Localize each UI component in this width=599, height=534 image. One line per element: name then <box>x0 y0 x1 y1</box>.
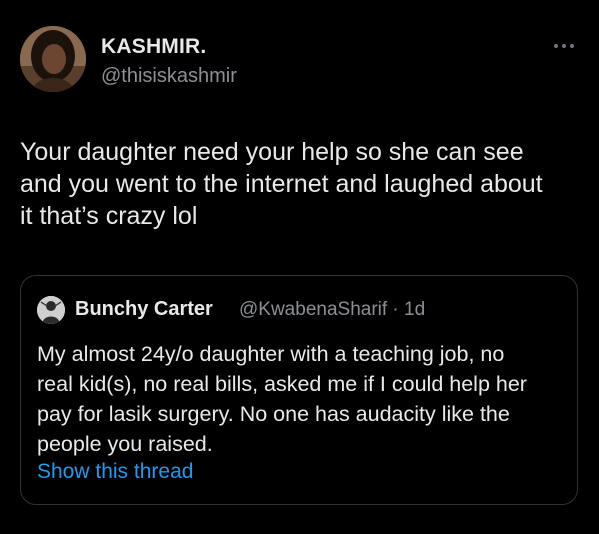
quoted-post-header: Bunchy Carter @KwabenaSharif · 1d <box>37 296 567 324</box>
quoted-author-avatar[interactable] <box>37 296 65 324</box>
author-avatar[interactable] <box>20 26 86 92</box>
post-text: Your daughter need your help so she can … <box>20 138 543 230</box>
author-name[interactable]: KASHMIR. <box>101 35 206 59</box>
post-header: KASHMIR. @thisiskashmir <box>20 26 580 96</box>
quoted-author-name[interactable]: Bunchy Carter <box>75 298 213 321</box>
quoted-post-text: My almost 24y/o daughter with a teaching… <box>37 342 527 456</box>
avatar-photo-icon <box>37 296 65 324</box>
quoted-post-card[interactable]: Bunchy Carter @KwabenaSharif · 1d My alm… <box>20 275 578 505</box>
quoted-author-meta[interactable]: @KwabenaSharif · 1d <box>239 299 425 321</box>
show-thread-link[interactable]: Show this thread <box>37 460 193 484</box>
more-horizontal-icon[interactable] <box>552 38 576 48</box>
avatar-photo-icon <box>20 26 86 92</box>
author-handle[interactable]: @thisiskashmir <box>101 65 237 88</box>
